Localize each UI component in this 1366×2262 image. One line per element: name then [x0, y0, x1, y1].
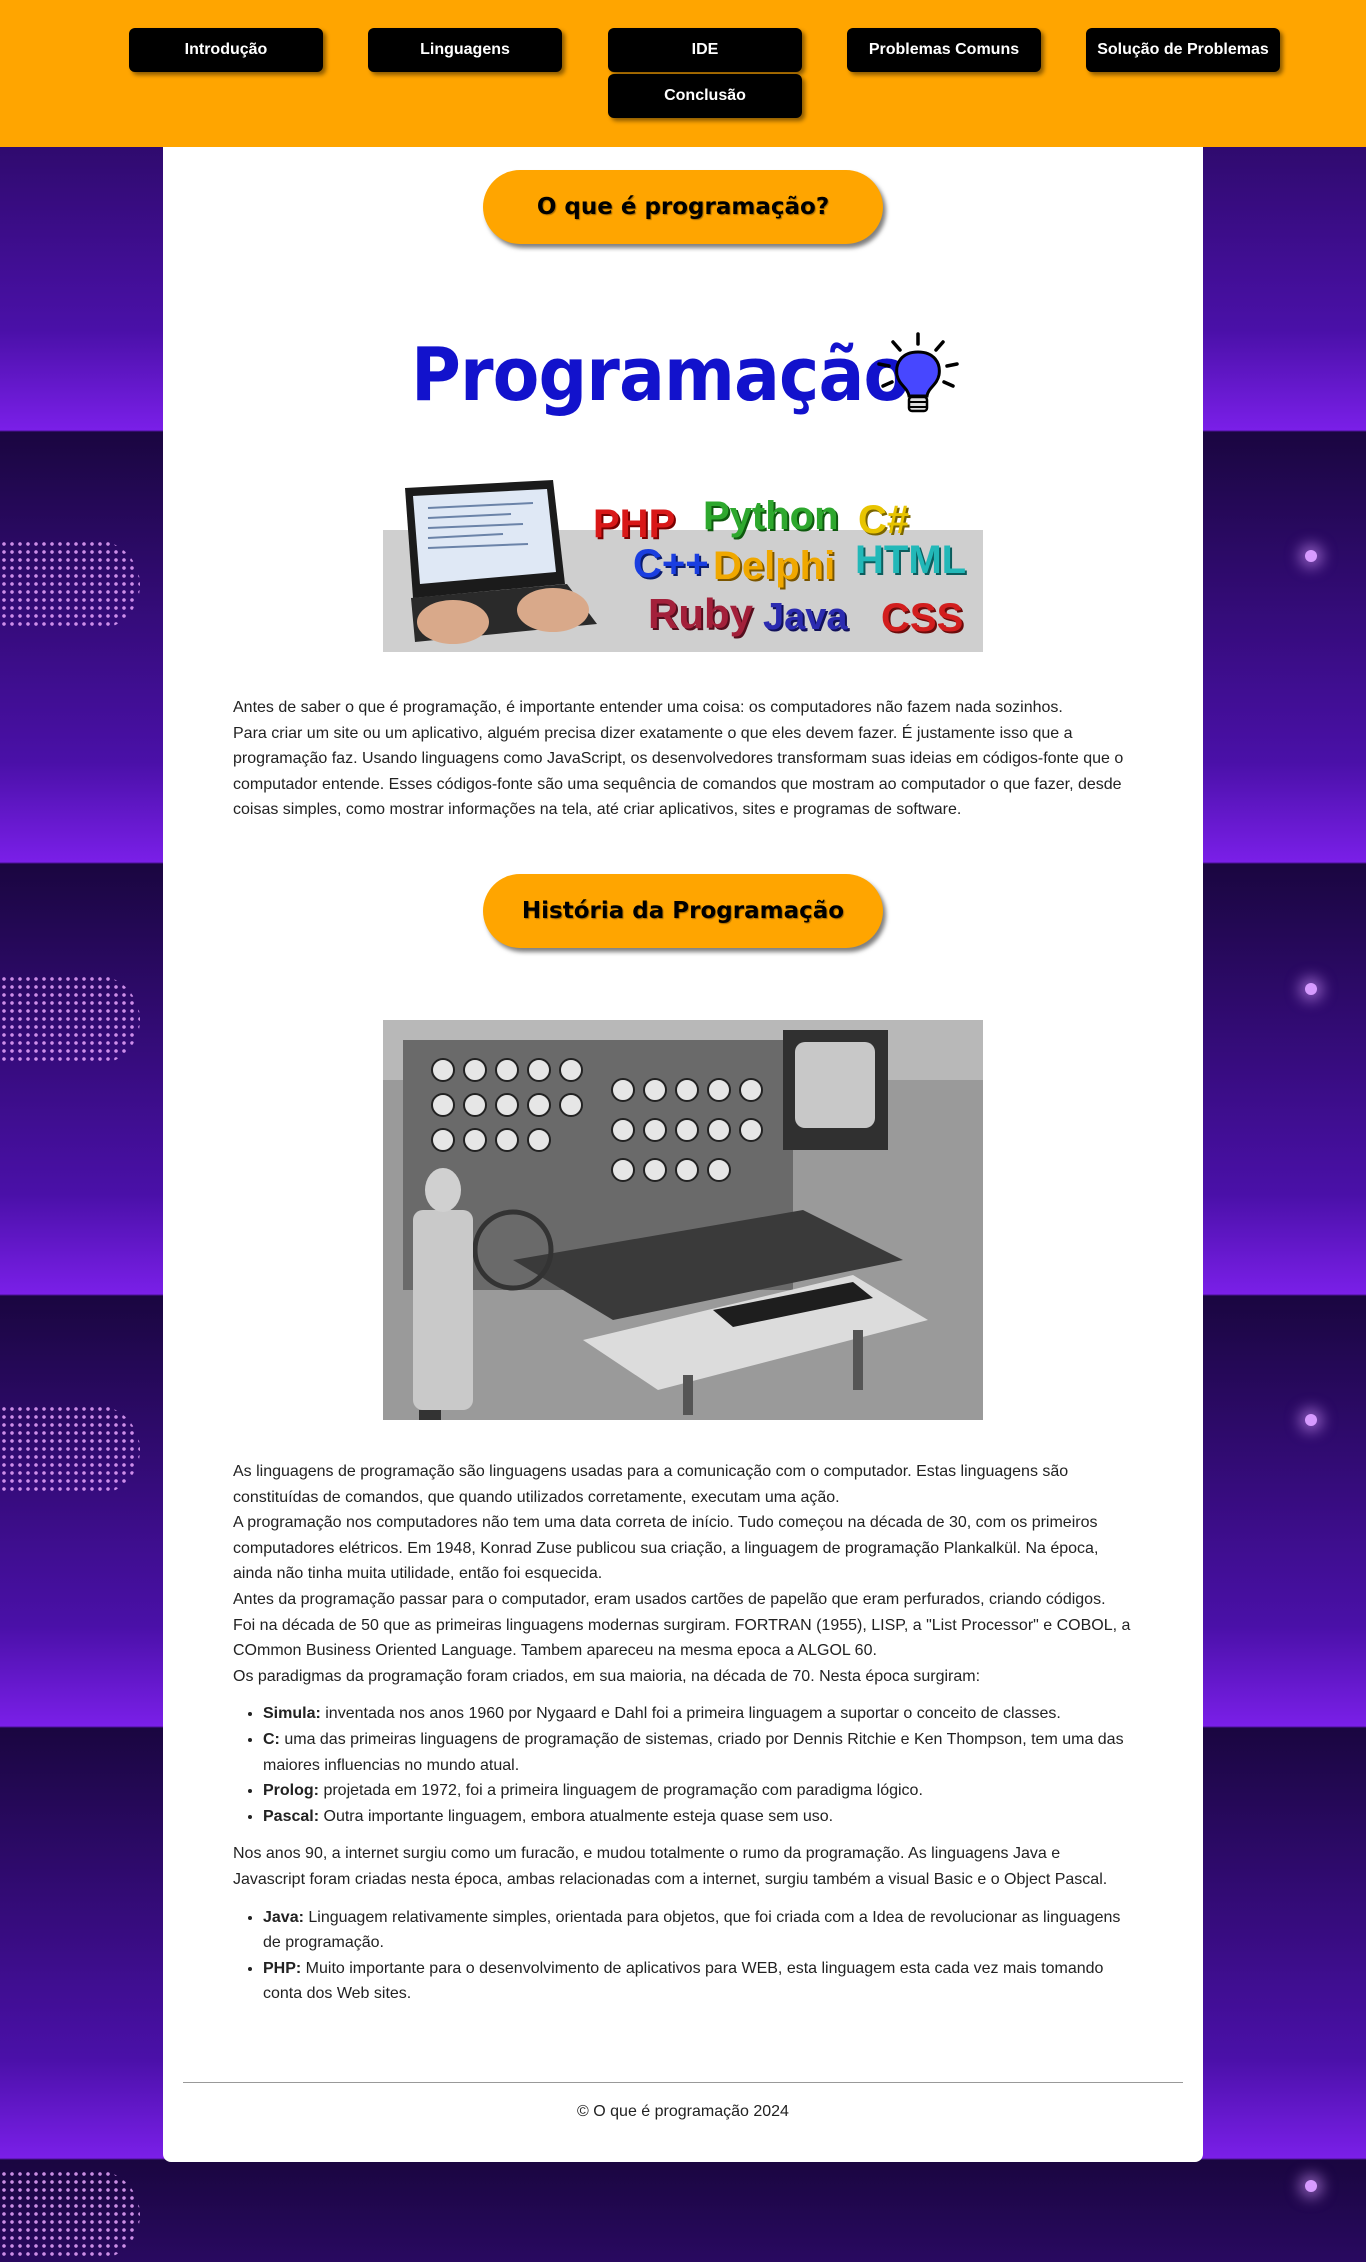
banner-word-delphi: Delphi [713, 544, 836, 588]
banner-word-ruby: Ruby [648, 590, 753, 637]
history-paragraph: As linguagens de programação são linguag… [233, 1463, 1069, 1506]
background-dots-pattern [0, 1405, 140, 1495]
nav-link-ide[interactable]: IDE [608, 28, 802, 72]
language-description: Linguagem relativamente simples, orienta… [263, 1908, 1121, 1952]
history-text: As linguagens de programação são linguag… [233, 1459, 1133, 2019]
intro-paragraph-line: Para criar um site ou um aplicativo, alg… [233, 724, 1124, 819]
list-item: Java: Linguagem relativamente simples, o… [263, 1905, 1133, 1956]
lightbulb-icon [877, 332, 959, 413]
history-paragraph-90s: Nos anos 90, a internet surgiu como um f… [233, 1845, 1108, 1888]
background-glow-dot [1305, 550, 1317, 562]
programacao-logo-text: Programação [411, 332, 910, 418]
banner-word-cpp: C++ [633, 542, 709, 586]
banner-word-python: Python [703, 494, 839, 538]
background-dots-pattern [0, 540, 140, 630]
history-paragraph: Antes da programação passar para o compu… [233, 1590, 1106, 1608]
background-glow-dot [1305, 983, 1317, 995]
nav-link-solucao-de-problemas[interactable]: Solução de Problemas [1086, 28, 1280, 72]
intro-paragraph-line: Antes de saber o que é programação, é im… [233, 699, 1063, 716]
banner-word-csharp: C# [858, 498, 910, 542]
paradigm-languages-list: Simula: inventada nos anos 1960 por Nyga… [233, 1701, 1133, 1829]
background-dots-pattern [0, 2170, 140, 2260]
language-name: Simula: [263, 1705, 321, 1723]
language-name: Prolog: [263, 1782, 319, 1800]
nineties-languages-list: Java: Linguagem relativamente simples, o… [233, 1905, 1133, 2007]
history-paragraph: Foi na década de 50 que as primeiras lin… [233, 1616, 1131, 1660]
language-description: uma das primeiras linguagens de programa… [263, 1730, 1124, 1774]
historic-computer-photo [383, 1020, 983, 1420]
list-item: PHP: Muito importante para o desenvolvim… [263, 1956, 1133, 2007]
nav-link-conclusao[interactable]: Conclusão [608, 74, 802, 118]
footer-copyright: © O que é programação 2024 [577, 2103, 789, 2120]
nav-link-problemas-comuns[interactable]: Problemas Comuns [847, 28, 1041, 72]
language-description: Outra importante linguagem, embora atual… [319, 1807, 834, 1825]
banner-word-php: PHP [593, 502, 676, 546]
language-name: C: [263, 1730, 280, 1748]
top-navigation-bar: Introdução Linguagens IDE Problemas Comu… [0, 0, 1366, 147]
history-paragraph: Os paradigmas da programação foram criad… [233, 1667, 981, 1685]
language-name: Java: [263, 1908, 304, 1926]
banner-word-html: HTML [855, 538, 967, 582]
nav-link-introducao[interactable]: Introdução [129, 28, 323, 72]
banner-language-words: PHP Python C# C++ Delphi HTML Ruby Java … [593, 494, 983, 652]
list-item: Pascal: Outra importante linguagem, embo… [263, 1804, 1133, 1830]
list-item: C: uma das primeiras linguagens de progr… [263, 1727, 1133, 1778]
main-content: O que é programação? Programação PHP Pyt… [163, 147, 1203, 2162]
section-heading-historia-da-programacao: História da Programação [483, 874, 883, 948]
section-heading-o-que-e-programacao: O que é programação? [483, 170, 883, 244]
list-item: Simula: inventada nos anos 1960 por Nyga… [263, 1701, 1133, 1727]
banner-word-java: Java [763, 596, 848, 638]
history-paragraph: A programação nos computadores não tem u… [233, 1514, 1099, 1583]
banner-word-css: CSS [881, 596, 964, 640]
language-description: projetada em 1972, foi a primeira lingua… [319, 1782, 923, 1800]
background-glow-dot [1305, 2180, 1317, 2192]
footer-divider [183, 2082, 1183, 2083]
intro-paragraph: Antes de saber o que é programação, é im… [233, 695, 1133, 823]
background-glow-dot [1305, 1414, 1317, 1426]
list-item: Prolog: projetada em 1972, foi a primeir… [263, 1778, 1133, 1804]
language-name: PHP: [263, 1959, 302, 1977]
language-name: Pascal: [263, 1807, 320, 1825]
nav-link-linguagens[interactable]: Linguagens [368, 28, 562, 72]
language-description: inventada nos anos 1960 por Nygaard e Da… [320, 1705, 1061, 1723]
language-description: Muito importante para o desenvolvimento … [263, 1959, 1104, 2003]
background-dots-pattern [0, 975, 140, 1065]
